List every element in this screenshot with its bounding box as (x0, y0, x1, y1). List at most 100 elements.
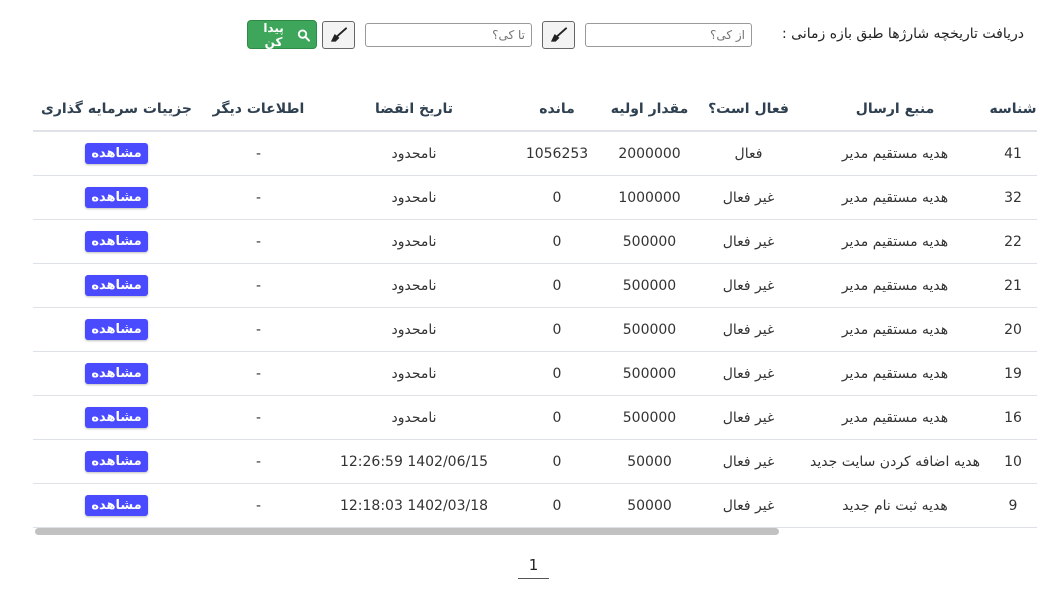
cell-initial: 50000 (603, 439, 696, 484)
cell-other: - (200, 131, 317, 176)
column-header-active[interactable]: فعال است؟ (696, 88, 801, 132)
table-row: 21 هدیه مستقیم مدیر غیر فعال 500000 0 نا… (33, 263, 1037, 308)
table-row: 41 هدیه مستقیم مدیر فعال 2000000 1056253… (33, 131, 1037, 176)
view-button[interactable]: مشاهده (85, 187, 148, 208)
view-button[interactable]: مشاهده (85, 319, 148, 340)
find-button-label: پیدا کن (263, 20, 284, 49)
from-date-input[interactable] (585, 23, 752, 47)
table-row: 22 هدیه مستقیم مدیر غیر فعال 500000 0 نا… (33, 219, 1037, 264)
cell-details: مشاهده (33, 175, 200, 220)
view-button[interactable]: مشاهده (85, 407, 148, 428)
cell-other: - (200, 483, 317, 528)
column-header-other[interactable]: اطلاعات دیگر (200, 88, 317, 132)
column-header-details[interactable]: جزییات سرمایه گذاری (33, 88, 200, 132)
cell-expiry: نامحدود (317, 131, 511, 176)
cell-remaining: 0 (511, 263, 603, 308)
find-button[interactable]: پیدا کن (247, 20, 317, 49)
cell-source: هدیه مستقیم مدیر (801, 175, 989, 220)
cell-id: 22 (989, 219, 1037, 264)
cell-initial: 1000000 (603, 175, 696, 220)
pagination-underline (518, 578, 549, 579)
column-header-source[interactable]: منبع ارسال (801, 88, 989, 132)
clear-to-button[interactable] (322, 21, 355, 49)
cell-remaining: 0 (511, 175, 603, 220)
cell-details: مشاهده (33, 395, 200, 440)
column-header-remaining[interactable]: مانده (511, 88, 603, 132)
to-date-input[interactable] (365, 23, 532, 47)
cell-source: هدیه مستقیم مدیر (801, 351, 989, 396)
table-header-row: شناسه منبع ارسال فعال است؟ مقدار اولیه م… (33, 88, 1037, 132)
cell-active: غیر فعال (696, 219, 801, 264)
cell-details: مشاهده (33, 131, 200, 176)
cell-expiry: نامحدود (317, 307, 511, 352)
cell-active: غیر فعال (696, 175, 801, 220)
cell-expiry: نامحدود (317, 395, 511, 440)
view-button[interactable]: مشاهده (85, 275, 148, 296)
cell-source: هدیه مستقیم مدیر (801, 263, 989, 308)
cell-expiry: نامحدود (317, 219, 511, 264)
column-header-id[interactable]: شناسه (989, 88, 1037, 132)
table-row: 10 هدیه اضافه کردن سایت جدید غیر فعال 50… (33, 439, 1037, 484)
cell-details: مشاهده (33, 439, 200, 484)
table-row: 32 هدیه مستقیم مدیر غیر فعال 1000000 0 ن… (33, 175, 1037, 220)
cell-other: - (200, 175, 317, 220)
cell-active: فعال (696, 131, 801, 176)
view-button[interactable]: مشاهده (85, 231, 148, 252)
cell-remaining: 0 (511, 307, 603, 352)
cell-active: غیر فعال (696, 307, 801, 352)
cell-id: 20 (989, 307, 1037, 352)
search-icon (298, 28, 310, 42)
cell-id: 41 (989, 131, 1037, 176)
cell-active: غیر فعال (696, 263, 801, 308)
table-row: 9 هدیه ثبت نام جدید غیر فعال 50000 0 140… (33, 483, 1037, 528)
cell-other: - (200, 307, 317, 352)
cell-expiry: نامحدود (317, 175, 511, 220)
cell-expiry: 1402/03/18 12:18:03 (317, 483, 511, 528)
broom-icon (330, 27, 348, 42)
cell-source: هدیه مستقیم مدیر (801, 219, 989, 264)
pagination-page-current[interactable]: 1 (518, 556, 549, 574)
column-header-initial[interactable]: مقدار اولیه (603, 88, 696, 132)
cell-source: هدیه ثبت نام جدید (801, 483, 989, 528)
cell-expiry: 1402/06/15 12:26:59 (317, 439, 511, 484)
cell-initial: 2000000 (603, 131, 696, 176)
cell-source: هدیه مستقیم مدیر (801, 307, 989, 352)
clear-from-button[interactable] (542, 21, 575, 49)
cell-remaining: 1056253 (511, 131, 603, 176)
cell-other: - (200, 351, 317, 396)
cell-other: - (200, 219, 317, 264)
table-row: 19 هدیه مستقیم مدیر غیر فعال 500000 0 نا… (33, 351, 1037, 396)
cell-initial: 50000 (603, 483, 696, 528)
cell-remaining: 0 (511, 483, 603, 528)
view-button[interactable]: مشاهده (85, 363, 148, 384)
cell-initial: 500000 (603, 395, 696, 440)
cell-remaining: 0 (511, 351, 603, 396)
cell-id: 32 (989, 175, 1037, 220)
column-header-expiry[interactable]: تاریخ انقضا (317, 88, 511, 132)
charges-table-container: شناسه منبع ارسال فعال است؟ مقدار اولیه م… (33, 88, 1037, 528)
cell-active: غیر فعال (696, 483, 801, 528)
cell-initial: 500000 (603, 351, 696, 396)
table-row: 20 هدیه مستقیم مدیر غیر فعال 500000 0 نا… (33, 307, 1037, 352)
cell-active: غیر فعال (696, 439, 801, 484)
cell-other: - (200, 395, 317, 440)
cell-id: 10 (989, 439, 1037, 484)
table-row: 16 هدیه مستقیم مدیر غیر فعال 500000 0 نا… (33, 395, 1037, 440)
view-button[interactable]: مشاهده (85, 451, 148, 472)
view-button[interactable]: مشاهده (85, 495, 148, 516)
cell-expiry: نامحدود (317, 351, 511, 396)
filter-label: دریافت تاریخچه شارژها طبق بازه زمانی : (782, 26, 1024, 42)
cell-other: - (200, 439, 317, 484)
cell-initial: 500000 (603, 307, 696, 352)
horizontal-scrollbar[interactable] (35, 528, 779, 535)
cell-id: 19 (989, 351, 1037, 396)
charges-table: شناسه منبع ارسال فعال است؟ مقدار اولیه م… (33, 88, 1037, 528)
cell-source: هدیه مستقیم مدیر (801, 395, 989, 440)
cell-remaining: 0 (511, 219, 603, 264)
cell-remaining: 0 (511, 439, 603, 484)
cell-active: غیر فعال (696, 351, 801, 396)
cell-id: 21 (989, 263, 1037, 308)
cell-id: 16 (989, 395, 1037, 440)
view-button[interactable]: مشاهده (85, 143, 148, 164)
cell-initial: 500000 (603, 263, 696, 308)
